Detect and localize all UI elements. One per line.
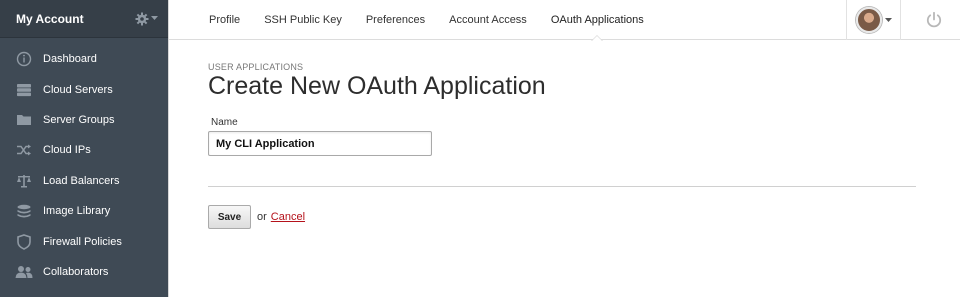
- sidebar-item-label: Server Groups: [43, 113, 115, 126]
- people-icon: [15, 263, 33, 281]
- name-field-label: Name: [211, 117, 238, 128]
- balance-icon: [15, 172, 33, 190]
- sidebar-item-label: Dashboard: [43, 53, 97, 66]
- server-icon: [15, 81, 33, 99]
- tab-preferences[interactable]: Preferences: [366, 0, 425, 40]
- sidebar-item-cloud-servers[interactable]: Cloud Servers: [0, 74, 168, 104]
- tab-oauth-applications[interactable]: OAuth Applications: [550, 0, 644, 41]
- account-settings-menu[interactable]: [135, 12, 158, 26]
- avatar: [855, 7, 882, 33]
- sidebar-item-label: Cloud Servers: [43, 83, 113, 96]
- form-divider: [208, 186, 916, 187]
- shuffle-icon: [15, 141, 33, 159]
- main-content: USER APPLICATIONS Create New OAuth Appli…: [208, 62, 916, 229]
- chevron-down-icon: [151, 16, 158, 20]
- gear-icon: [135, 12, 149, 25]
- chevron-down-icon: [884, 17, 892, 22]
- or-text: or: [257, 211, 267, 223]
- sidebar-nav: Dashboard Cloud Servers Server Groups Cl…: [0, 38, 168, 287]
- sidebar-item-dashboard[interactable]: Dashboard: [0, 44, 168, 74]
- tab-label: OAuth Applications: [550, 14, 644, 26]
- sidebar-item-cloud-ips[interactable]: Cloud IPs: [0, 135, 168, 165]
- sidebar-item-label: Load Balancers: [43, 174, 120, 187]
- top-navigation: Profile SSH Public Key Preferences Accou…: [169, 0, 960, 41]
- power-icon[interactable]: [925, 11, 943, 29]
- tab-account-access[interactable]: Account Access: [449, 0, 527, 40]
- tab-label: SSH Public Key: [264, 14, 342, 26]
- stack-icon: [15, 202, 33, 220]
- sidebar-header: My Account: [0, 0, 168, 38]
- tab-label: Account Access: [449, 14, 527, 26]
- tab-ssh-public-key[interactable]: SSH Public Key: [264, 0, 342, 40]
- sidebar-item-label: Collaborators: [43, 265, 109, 278]
- sidebar-item-label: Image Library: [43, 205, 111, 218]
- account-title: My Account: [16, 11, 84, 26]
- sidebar-item-firewall-policies[interactable]: Firewall Policies: [0, 226, 168, 256]
- account-tabs: Profile SSH Public Key Preferences Accou…: [209, 0, 668, 41]
- user-menu[interactable]: [846, 0, 901, 40]
- sidebar-item-server-groups[interactable]: Server Groups: [0, 105, 168, 135]
- sidebar-divider: [168, 0, 169, 297]
- folder-icon: [15, 111, 33, 129]
- sidebar-item-label: Cloud IPs: [43, 144, 91, 157]
- sidebar-item-label: Firewall Policies: [43, 235, 122, 248]
- sidebar-item-collaborators[interactable]: Collaborators: [0, 257, 168, 287]
- sidebar: My Account Dashboard Cloud Servers Serve…: [0, 0, 168, 297]
- page-title: Create New OAuth Application: [208, 72, 546, 100]
- active-tab-indicator: [591, 35, 604, 41]
- section-label: USER APPLICATIONS: [208, 62, 304, 72]
- save-button[interactable]: Save: [208, 205, 251, 229]
- tab-label: Preferences: [365, 14, 426, 26]
- name-input[interactable]: [208, 131, 432, 156]
- form-actions: Save or Cancel: [208, 205, 916, 229]
- tab-profile[interactable]: Profile: [209, 0, 240, 40]
- tab-label: Profile: [209, 14, 241, 26]
- sidebar-item-image-library[interactable]: Image Library: [0, 196, 168, 226]
- sidebar-item-load-balancers[interactable]: Load Balancers: [0, 166, 168, 196]
- cancel-link[interactable]: Cancel: [271, 211, 305, 223]
- dashboard-icon: [15, 50, 33, 68]
- shield-icon: [15, 233, 33, 251]
